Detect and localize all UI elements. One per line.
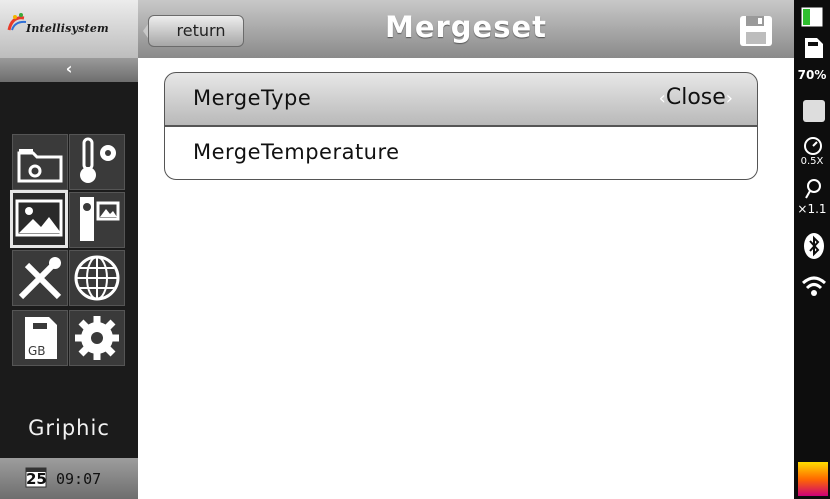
merge-type-selector[interactable]: ‹Close› — [659, 85, 733, 110]
date-day: 25 — [26, 470, 47, 488]
zoom-icon — [805, 179, 821, 199]
image-icon — [15, 199, 63, 237]
globe-tile[interactable] — [69, 250, 125, 306]
tools-tile[interactable] — [12, 250, 68, 306]
brand-logo-text: Intellisystem — [26, 22, 109, 35]
settings-row-merge-temperature[interactable]: MergeTemperature — [164, 126, 758, 180]
zoom-b-label: ×1.1 — [797, 202, 827, 216]
thermometer-settings-tile[interactable] — [69, 134, 125, 190]
camera-image-icon — [80, 197, 120, 241]
section-label: Griphic — [28, 416, 110, 440]
wifi-icon — [801, 276, 827, 296]
color-palette-swatch[interactable] — [798, 462, 828, 496]
gear-tile[interactable] — [69, 310, 125, 366]
battery-icon — [801, 7, 823, 27]
folder-settings-icon — [17, 149, 63, 183]
chevron-left-icon[interactable]: ‹ — [659, 88, 666, 109]
row-label: MergeType — [193, 86, 312, 110]
sd-card-tile[interactable]: GB — [12, 310, 68, 366]
sd-card-icon — [805, 38, 823, 58]
row-label: MergeTemperature — [193, 140, 400, 164]
tools-icon — [18, 257, 62, 300]
bluetooth-icon — [804, 233, 824, 259]
page-title: Mergeset — [384, 10, 548, 44]
folder-settings-tile[interactable] — [12, 134, 68, 190]
camera-image-tile[interactable] — [69, 192, 125, 248]
chevron-right-icon[interactable]: › — [726, 88, 733, 109]
image-tile[interactable] — [10, 190, 68, 248]
chevron-left-icon: ‹ — [65, 59, 73, 78]
thermometer-settings-icon — [80, 137, 116, 183]
gear-icon — [75, 316, 119, 360]
sidebar-collapse-button[interactable]: ‹ — [0, 58, 138, 82]
merge-type-value: Close — [665, 85, 726, 110]
save-icon[interactable] — [738, 14, 774, 48]
svg-text:GB: GB — [28, 344, 46, 358]
sd-card-icon: GB — [25, 317, 57, 359]
speed-dial-icon — [804, 137, 822, 155]
settings-row-merge-type[interactable]: MergeType ‹Close› — [164, 72, 758, 126]
clock-time: 09:07 — [56, 470, 102, 488]
mode-square-icon — [803, 100, 825, 122]
zoom-a-label: 0.5X — [800, 156, 824, 167]
globe-icon — [74, 255, 120, 301]
storage-percent: 70% — [797, 68, 827, 82]
